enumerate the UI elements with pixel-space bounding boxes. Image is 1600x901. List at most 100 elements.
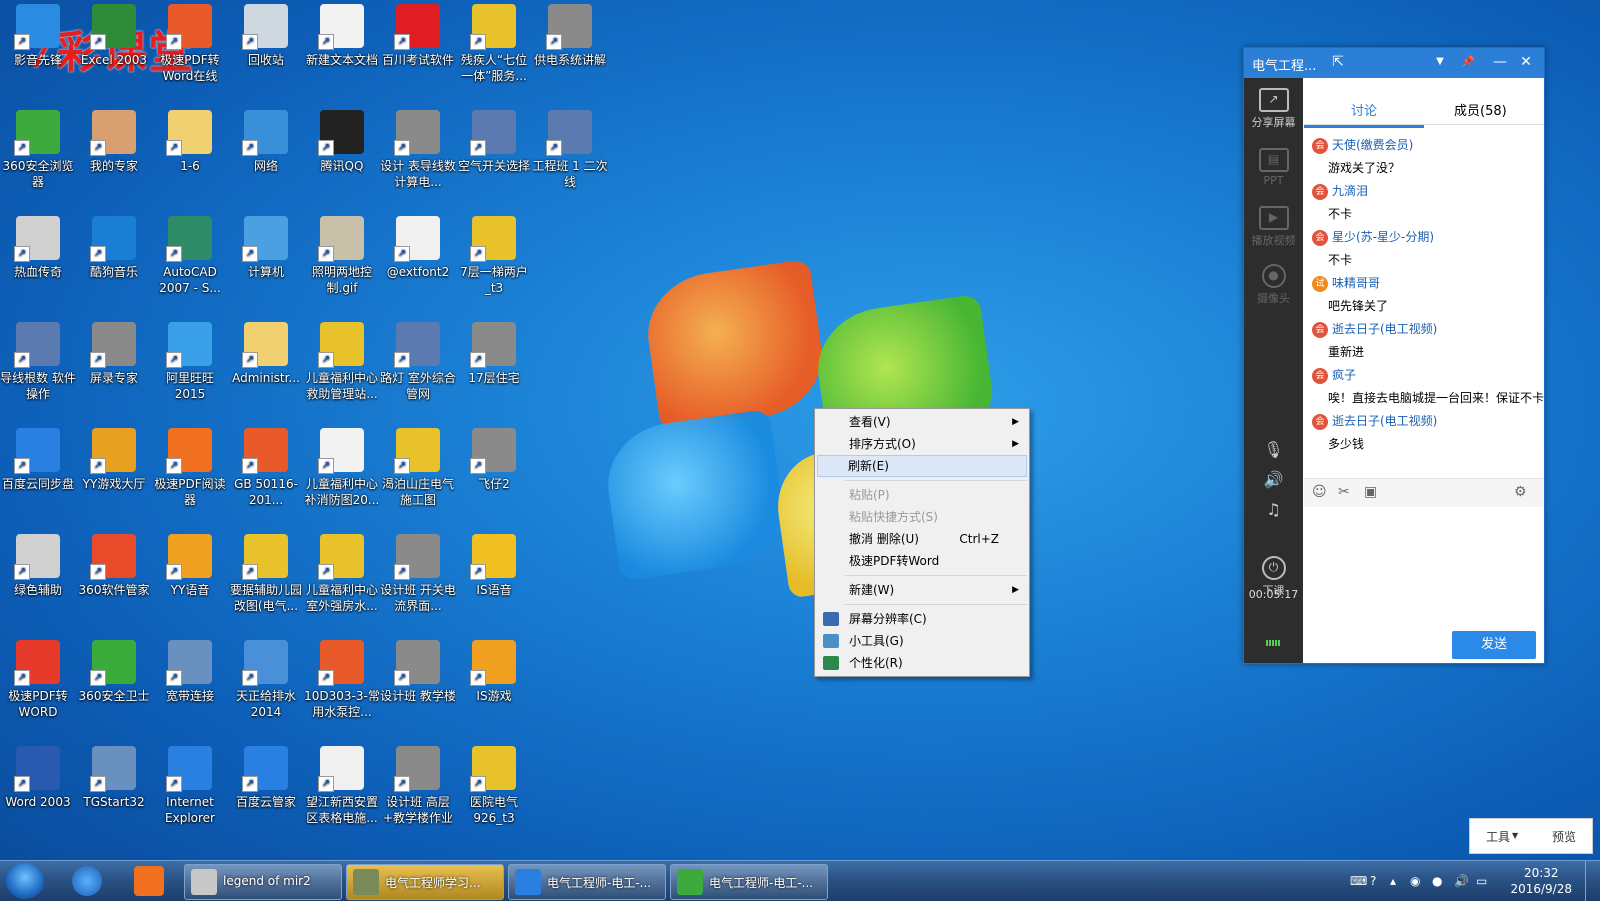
- chat-message-user[interactable]: 会逝去日子(电工视频): [1304, 318, 1544, 341]
- chat-title-bar[interactable]: 电气工程... ⇱ ▼ 📌 — ✕: [1244, 48, 1544, 78]
- chat-message-user[interactable]: 试味精哥哥: [1304, 272, 1544, 295]
- microphone-icon[interactable]: 🎙: [1244, 440, 1303, 459]
- desktop-icon[interactable]: 百度云管家: [228, 746, 304, 810]
- chat-message-list[interactable]: 会天使(缴费会员) 游戏关了没？会九滴泪 不卡会星少(苏-星少-分期) 不卡试味精哥哥…: [1304, 134, 1544, 474]
- desktop-icon[interactable]: 照明两地控制.gif: [304, 216, 380, 296]
- desktop-icon[interactable]: Internet Explorer: [152, 746, 228, 826]
- desktop-icon[interactable]: AutoCAD 2007 - S...: [152, 216, 228, 296]
- music-icon[interactable]: ♫: [1244, 500, 1303, 519]
- desktop-icon[interactable]: 极速PDF转WORD: [0, 640, 76, 720]
- desktop-icon[interactable]: 百度云同步盘: [0, 428, 76, 492]
- desktop-icon[interactable]: 空气开关选择: [456, 110, 532, 174]
- start-button[interactable]: [6, 863, 44, 899]
- desktop-icon[interactable]: 宽带连接: [152, 640, 228, 704]
- desktop-icon[interactable]: 天正给排水2014: [228, 640, 304, 720]
- emoji-icon[interactable]: ☺: [1312, 484, 1327, 500]
- ppt-button[interactable]: ▤ PPT: [1244, 148, 1303, 187]
- desktop-icon[interactable]: IS语音: [456, 534, 532, 598]
- desktop-icon[interactable]: 360安全浏览器: [0, 110, 76, 190]
- context-menu-item[interactable]: 个性化(R): [815, 652, 1029, 674]
- desktop-icon[interactable]: 极速PDF转Word在线: [152, 4, 228, 84]
- desktop-icon[interactable]: 绿色辅助: [0, 534, 76, 598]
- image-icon[interactable]: ▣: [1364, 484, 1377, 500]
- taskbar-button[interactable]: 电气工程师-电工-...: [670, 864, 828, 900]
- desktop-icon[interactable]: 计算机: [228, 216, 304, 280]
- speaker-icon[interactable]: 🔊: [1244, 470, 1303, 489]
- chat-input[interactable]: [1304, 508, 1544, 623]
- chat-message-user[interactable]: 会星少(苏-星少-分期): [1304, 226, 1544, 249]
- desktop-icon[interactable]: 设计班 教学楼: [380, 640, 456, 704]
- desktop-icon[interactable]: 我的专家: [76, 110, 152, 174]
- taskbar-button[interactable]: 电气工程师学习...: [346, 864, 504, 900]
- desktop-icon[interactable]: 17层住宅: [456, 322, 532, 386]
- desktop-icon[interactable]: 设计 表导线数 计算电...: [380, 110, 456, 190]
- desktop-icon[interactable]: 360安全卫士: [76, 640, 152, 704]
- desktop-icon[interactable]: 渴泊山庄电气施工图_t6_t...: [380, 428, 456, 510]
- pin-icon[interactable]: 📌: [1458, 52, 1478, 72]
- tab-members[interactable]: 成员(58): [1454, 100, 1507, 119]
- desktop-icon[interactable]: 1-6: [152, 110, 228, 174]
- taskbar-button[interactable]: legend of mir2: [184, 864, 342, 900]
- tray-app-icon[interactable]: ◉: [1410, 874, 1420, 888]
- desktop-icon[interactable]: 极速PDF阅读器: [152, 428, 228, 508]
- desktop-icon[interactable]: 工程班 1 二次线: [532, 110, 608, 190]
- context-menu-item[interactable]: 屏幕分辨率(C): [815, 608, 1029, 630]
- chat-message-user[interactable]: 会疯子: [1304, 364, 1544, 387]
- desktop-icon[interactable]: 10D303-3-常用水泵控...: [304, 640, 380, 720]
- play-video-button[interactable]: ▶ 播放视频: [1244, 206, 1303, 248]
- chat-message-user[interactable]: 会九滴泪: [1304, 180, 1544, 203]
- desktop-icon[interactable]: Excel 2003: [76, 4, 152, 68]
- desktop-icon[interactable]: 要据辅助儿园改图(电气...: [228, 534, 304, 614]
- desktop-icon[interactable]: 影音先锋: [0, 4, 76, 68]
- desktop-icon[interactable]: 腾讯QQ: [304, 110, 380, 174]
- send-button[interactable]: 发送: [1452, 631, 1536, 659]
- clock[interactable]: 20:32 2016/9/28: [1510, 865, 1572, 897]
- desktop-icon[interactable]: 新建文本文档: [304, 4, 380, 68]
- context-menu-item[interactable]: 刷新(E): [817, 455, 1027, 477]
- popout-icon[interactable]: ⇱: [1328, 52, 1348, 72]
- desktop[interactable]: 7彩课堂 影音先锋Excel 2003极速PDF转Word在线回收站新建文本文档…: [0, 0, 1600, 860]
- desktop-icon[interactable]: 回收站: [228, 4, 304, 68]
- desktop-icon[interactable]: @extfont2: [380, 216, 456, 280]
- chat-message-user[interactable]: 会天使(缴费会员): [1304, 134, 1544, 157]
- desktop-icon[interactable]: 儿童福利中心救助管理站...: [304, 322, 380, 402]
- context-menu-item[interactable]: 粘贴快捷方式(S): [815, 506, 1029, 528]
- desktop-icon[interactable]: 路灯 室外综合管网: [380, 322, 456, 402]
- show-hidden-icon[interactable]: ▴: [1390, 874, 1396, 888]
- context-menu-item[interactable]: 新建(W) ▶: [815, 579, 1029, 601]
- show-desktop-button[interactable]: [1585, 861, 1600, 901]
- minimize-icon[interactable]: —: [1490, 52, 1510, 72]
- dropdown-icon[interactable]: ▼: [1430, 52, 1450, 72]
- camera-button[interactable]: ● 摄像头: [1244, 264, 1303, 306]
- desktop-icon[interactable]: 百川考试软件: [380, 4, 456, 68]
- desktop-icon[interactable]: 热血传奇: [0, 216, 76, 280]
- chat-message-user[interactable]: 会逝去日子(电工视频): [1304, 410, 1544, 433]
- context-menu-item[interactable]: 粘贴(P): [815, 484, 1029, 506]
- close-icon[interactable]: ✕: [1516, 52, 1536, 72]
- desktop-icon[interactable]: 阿里旺旺2015: [152, 322, 228, 402]
- desktop-icon[interactable]: GB 50116-201...: [228, 428, 304, 508]
- context-menu-item[interactable]: 排序方式(O) ▶: [815, 433, 1029, 455]
- desktop-icon[interactable]: Word 2003: [0, 746, 76, 810]
- desktop-icon[interactable]: 屏录专家: [76, 322, 152, 386]
- desktop-icon[interactable]: 设计班 高层+教学楼作业: [380, 746, 456, 826]
- taskbar-button[interactable]: 电气工程师-电工-...: [508, 864, 666, 900]
- desktop-icon[interactable]: 儿童福利中心室外强房水...: [304, 534, 380, 614]
- tab-discuss[interactable]: 讨论: [1304, 100, 1424, 128]
- desktop-icon[interactable]: 设计班 开关电流界面...: [380, 534, 456, 614]
- context-menu-item[interactable]: 小工具(G): [815, 630, 1029, 652]
- desktop-icon[interactable]: Administr...: [228, 322, 304, 386]
- help-icon[interactable]: ?: [1370, 874, 1376, 888]
- desktop-icon[interactable]: 360软件管家: [76, 534, 152, 598]
- context-menu-item[interactable]: 撤消 删除(U) Ctrl+Z: [815, 528, 1029, 550]
- desktop-icon[interactable]: 残疾人“七位一体”服务...: [456, 4, 532, 84]
- desktop-icon[interactable]: YY游戏大厅: [76, 428, 152, 492]
- desktop-icon[interactable]: 望江新西安置区表格电施...: [304, 746, 380, 826]
- desktop-icon[interactable]: IS游戏: [456, 640, 532, 704]
- desktop-icon[interactable]: 供电系统讲解: [532, 4, 608, 68]
- network-icon[interactable]: ▭: [1476, 874, 1487, 888]
- preview-button[interactable]: 预览: [1552, 828, 1576, 845]
- context-menu-item[interactable]: 极速PDF转Word: [815, 550, 1029, 572]
- desktop-icon[interactable]: 酷狗音乐: [76, 216, 152, 280]
- settings-icon[interactable]: ⚙: [1514, 484, 1527, 500]
